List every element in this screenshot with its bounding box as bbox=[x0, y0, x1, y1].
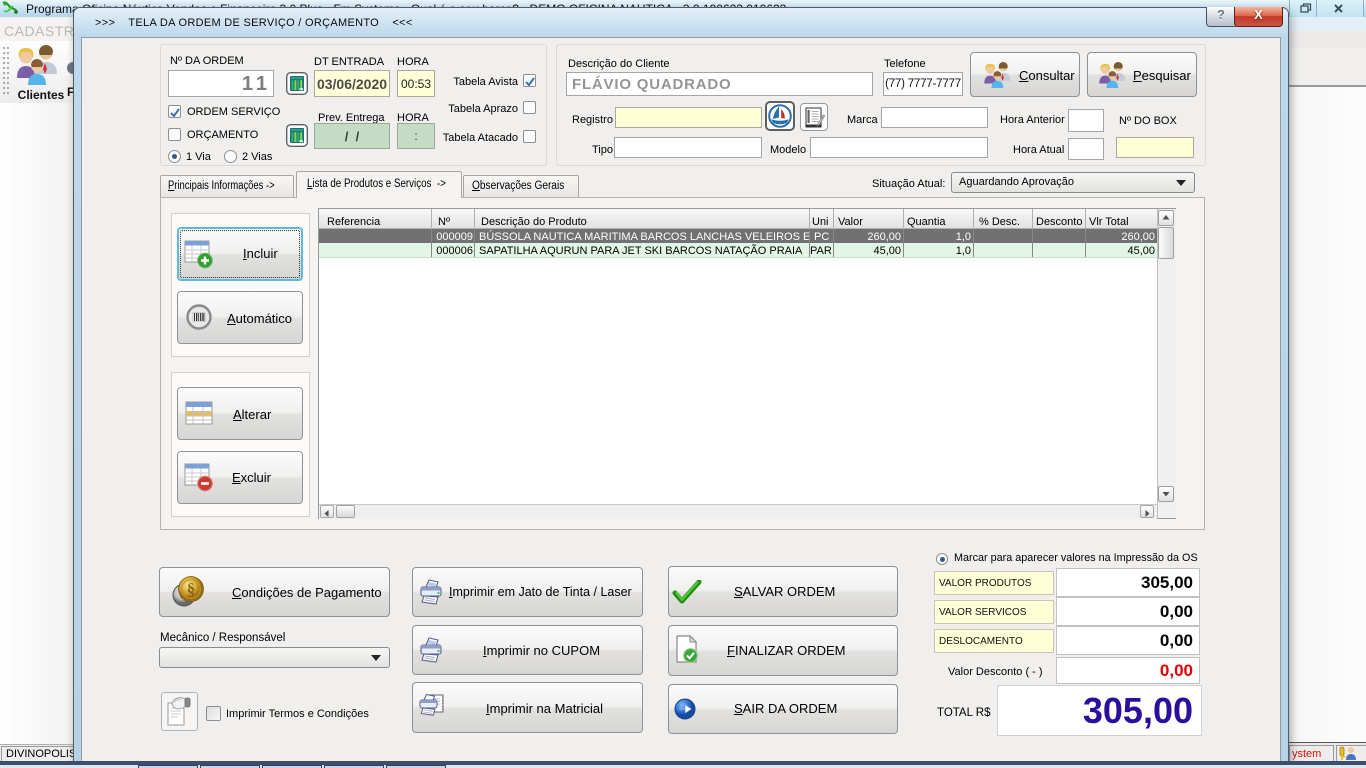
svg-text:§: § bbox=[187, 580, 196, 599]
